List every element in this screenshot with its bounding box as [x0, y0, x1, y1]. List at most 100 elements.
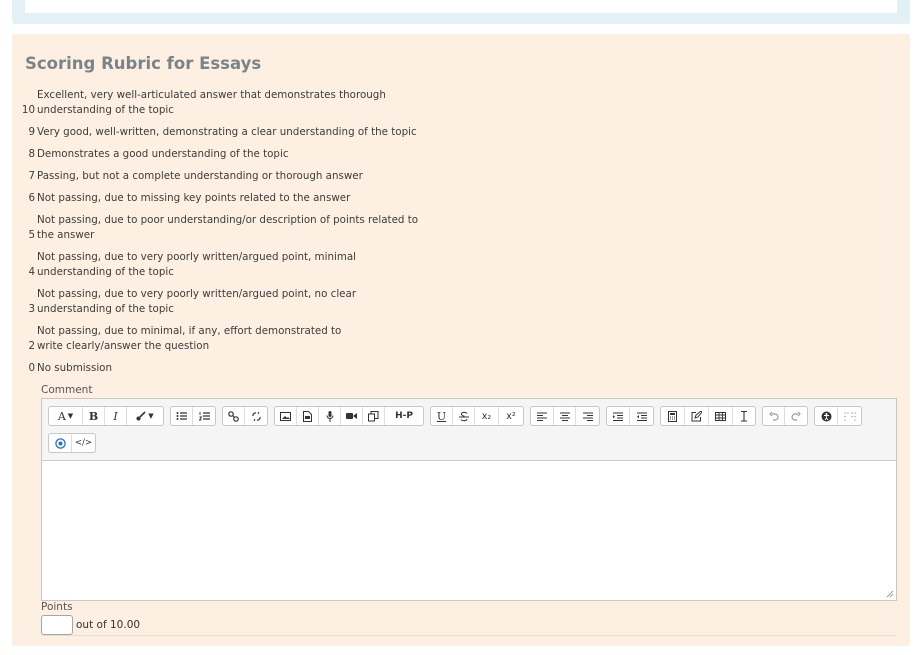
redo-icon: [791, 411, 801, 421]
rubric-item: 7 Passing, but not a complete understand…: [12, 169, 452, 184]
superscript-button[interactable]: x²: [499, 407, 523, 425]
rubric-text: Passing, but not a complete understandin…: [37, 170, 363, 182]
font-menu-button[interactable]: A ▼: [49, 407, 83, 425]
indent-icon: [613, 411, 623, 421]
undo-icon: [768, 411, 779, 421]
toolbar-group-accessibility: [814, 406, 862, 426]
indent-button[interactable]: [607, 407, 630, 425]
toolbar-group-history: [762, 406, 808, 426]
record-video-button[interactable]: [341, 407, 363, 425]
toolbar-group-indent: [606, 406, 654, 426]
rubric-text: No submission: [37, 362, 113, 374]
align-left-button[interactable]: [531, 407, 554, 425]
pencil-square-icon: [691, 410, 702, 421]
subscript-button[interactable]: x₂: [475, 407, 499, 425]
rubric-text: Not passing, due to minimal, if any, eff…: [37, 325, 342, 352]
record-button[interactable]: [49, 434, 72, 452]
comment-label: Comment: [41, 384, 93, 396]
insert-image-button[interactable]: [275, 407, 297, 425]
calculator-icon: [668, 410, 677, 422]
comment-textarea[interactable]: [42, 461, 896, 600]
unlink-button[interactable]: [245, 407, 267, 425]
accessibility-checker-button[interactable]: [815, 407, 838, 425]
rubric-score: 3: [28, 303, 35, 315]
rubric-score: 7: [28, 170, 35, 182]
numbered-list-button[interactable]: [193, 407, 215, 425]
points-input[interactable]: [41, 615, 73, 635]
underline-button[interactable]: U: [431, 407, 453, 425]
braille-icon: [843, 411, 856, 421]
strikethrough-button[interactable]: [453, 407, 475, 425]
screenreader-helper-button[interactable]: [838, 407, 861, 425]
undo-button[interactable]: [763, 407, 785, 425]
rubric-text: Not passing, due to missing key points r…: [37, 192, 351, 204]
html-source-button[interactable]: </>: [72, 434, 95, 452]
manage-files-button[interactable]: [363, 407, 385, 425]
font-menu-label: A: [57, 409, 66, 423]
insert-file-button[interactable]: [297, 407, 319, 425]
redo-button[interactable]: [785, 407, 807, 425]
rubric-title: Scoring Rubric for Essays: [25, 54, 262, 73]
rubric-text: Very good, well-written, demonstrating a…: [37, 126, 417, 138]
rubric-score: 5: [28, 229, 35, 241]
align-left-icon: [536, 411, 547, 421]
rubric-text: Not passing, due to very poorly written/…: [37, 251, 357, 278]
toolbar-group-align: [530, 406, 600, 426]
link-button[interactable]: [223, 407, 245, 425]
bullet-list-button[interactable]: [171, 407, 193, 425]
accessibility-icon: [821, 411, 831, 421]
equation-button[interactable]: [661, 407, 685, 425]
record-icon: [54, 437, 66, 449]
text-cursor-icon: [741, 410, 747, 422]
rubric-item: 2 Not passing, due to minimal, if any, e…: [12, 324, 452, 354]
rubric-item: 0 No submission: [12, 361, 452, 376]
toolbar-group-links: [222, 406, 268, 426]
resize-handle-icon[interactable]: [886, 590, 894, 598]
link-icon: [228, 410, 239, 422]
rubric-text: Not passing, due to poor understanding/o…: [37, 214, 419, 241]
table-button[interactable]: [709, 407, 733, 425]
chevron-down-icon: ▼: [67, 412, 74, 420]
clear-formatting-button[interactable]: [733, 407, 755, 425]
toolbar-group-font: A ▼ B I ▼: [48, 406, 164, 426]
brush-icon: [136, 411, 146, 421]
points-label: Points: [41, 601, 73, 613]
record-audio-button[interactable]: [319, 407, 341, 425]
rubric-score: 10: [21, 104, 35, 116]
bold-button[interactable]: B: [83, 407, 105, 425]
toolbar-group-lists: [170, 406, 216, 426]
toolbar-group-media: H-P: [274, 406, 424, 426]
align-right-button[interactable]: [576, 407, 599, 425]
rubric-item: 8 Demonstrates a good understanding of t…: [12, 147, 452, 162]
comment-editor: A ▼ B I ▼ H-P U x₂ x² </>: [41, 398, 897, 601]
image-icon: [280, 411, 291, 421]
numbered-list-icon: [198, 412, 210, 421]
rubric-text: Not passing, due to very poorly written/…: [37, 288, 357, 315]
rubric-item: 6 Not passing, due to missing key points…: [12, 191, 452, 206]
rubric-score: 8: [28, 148, 35, 160]
rubric-item: 10 Excellent, very well-articulated answ…: [12, 88, 452, 118]
files-icon: [368, 410, 379, 421]
strikethrough-icon: [458, 411, 469, 421]
divider: [41, 635, 897, 636]
edit-button[interactable]: [685, 407, 709, 425]
align-center-button[interactable]: [554, 407, 577, 425]
rubric-item: 5 Not passing, due to poor understanding…: [12, 213, 452, 243]
outdent-icon: [636, 411, 647, 421]
text-color-button[interactable]: ▼: [127, 407, 163, 425]
rubric-score: 9: [28, 126, 35, 138]
align-center-icon: [559, 411, 570, 421]
microphone-icon: [326, 410, 333, 422]
h5p-button[interactable]: H-P: [385, 407, 423, 425]
outdent-button[interactable]: [630, 407, 653, 425]
rubric-item: 3 Not passing, due to very poorly writte…: [12, 287, 452, 317]
bullet-list-icon: [176, 412, 187, 420]
rubric-list: 10 Excellent, very well-articulated answ…: [12, 88, 452, 376]
editor-toolbar: A ▼ B I ▼ H-P U x₂ x² </>: [42, 399, 896, 461]
file-icon: [303, 410, 312, 422]
italic-button[interactable]: I: [105, 407, 127, 425]
previous-card-body: [25, 0, 897, 13]
chevron-down-icon: ▼: [148, 412, 154, 420]
rubric-score: 0: [28, 362, 35, 374]
points-max-label: out of 10.00: [76, 619, 141, 631]
